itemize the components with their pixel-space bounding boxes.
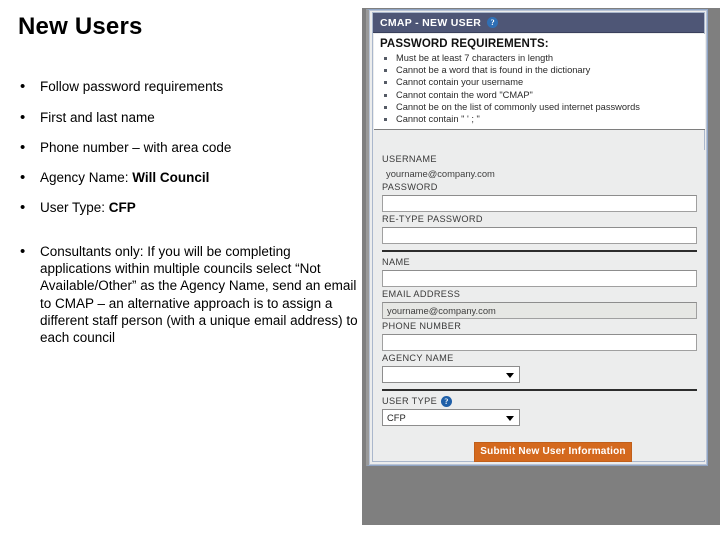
password-requirements-list: Must be at least 7 characters in length … xyxy=(380,52,699,125)
username-field-group: USERNAME yourname@company.com xyxy=(382,153,697,180)
section-divider-2 xyxy=(382,389,697,391)
list-item: Follow password requirements xyxy=(18,77,358,96)
username-value: yourname@company.com xyxy=(386,168,495,179)
chevron-down-icon xyxy=(506,416,514,421)
requirement-item: Cannot contain your username xyxy=(380,76,699,88)
user-type-value: CFP xyxy=(387,412,406,423)
user-type-label: USER TYPE xyxy=(382,396,438,406)
password-field-group: PASSWORD xyxy=(382,181,697,212)
list-item: Agency Name: Will Council xyxy=(18,168,358,187)
window-inner: CMAP - NEW USER ? PASSWORD REQUIREMENTS:… xyxy=(372,12,705,462)
user-type-label-row: USER TYPE ? xyxy=(382,395,697,408)
chevron-down-icon xyxy=(506,373,514,378)
requirement-item: Cannot contain " ' ; " xyxy=(380,113,699,125)
section-divider xyxy=(382,250,697,252)
retype-password-input[interactable] xyxy=(382,227,697,244)
email-input[interactable] xyxy=(382,302,697,319)
name-label: NAME xyxy=(382,257,410,267)
requirement-item: Must be at least 7 characters in length xyxy=(380,52,699,64)
bullet-text-4: User Type: xyxy=(40,200,109,216)
bullet-text-1: First and last name xyxy=(40,109,155,125)
slide-content: New Users Follow password requirements F… xyxy=(18,13,358,514)
list-item-consultants: Consultants only: If you will be complet… xyxy=(18,242,358,347)
window-titlebar: CMAP - NEW USER ? xyxy=(373,13,704,33)
consultants-paragraph: Consultants only: If you will be complet… xyxy=(40,243,358,346)
bullet-text-2: Phone number – with area code xyxy=(40,139,232,155)
submit-new-user-button[interactable]: Submit New User Information xyxy=(474,442,632,462)
name-field-group: NAME xyxy=(382,256,697,287)
agency-name-label: AGENCY NAME xyxy=(382,353,454,363)
help-circle-icon[interactable]: ? xyxy=(487,17,499,28)
agency-name-field-group: AGENCY NAME xyxy=(382,352,697,383)
phone-label: PHONE NUMBER xyxy=(382,321,462,331)
retype-password-label: RE-TYPE PASSWORD xyxy=(382,214,483,224)
email-field-group: EMAIL ADDRESS xyxy=(382,288,697,319)
password-input[interactable] xyxy=(382,195,697,212)
email-label: EMAIL ADDRESS xyxy=(382,289,461,299)
user-type-select[interactable]: CFP xyxy=(382,409,520,426)
window-title: CMAP - NEW USER xyxy=(380,16,482,29)
bullet-emphasis-agency: Will Council xyxy=(132,170,210,186)
bullet-list: Follow password requirements First and l… xyxy=(18,77,358,347)
phone-input[interactable] xyxy=(382,334,697,351)
requirement-item: Cannot be a word that is found in the di… xyxy=(380,64,699,76)
password-requirements-heading: PASSWORD REQUIREMENTS: xyxy=(380,38,549,50)
list-item: First and last name xyxy=(18,108,358,127)
page-title: New Users xyxy=(18,13,143,40)
bullet-text-3: Agency Name: xyxy=(40,170,133,186)
new-user-form: USERNAME yourname@company.com PASSWORD R… xyxy=(374,150,705,462)
list-item: Phone number – with area code xyxy=(18,138,358,157)
bullet-emphasis-usertype: CFP xyxy=(108,200,136,216)
agency-name-select[interactable] xyxy=(382,366,520,383)
phone-field-group: PHONE NUMBER xyxy=(382,320,697,351)
bullet-text-0: Follow password requirements xyxy=(40,79,224,95)
list-item: User Type: CFP xyxy=(18,198,358,217)
password-requirements-panel: PASSWORD REQUIREMENTS: Must be at least … xyxy=(374,34,705,131)
help-circle-icon[interactable]: ? xyxy=(441,396,453,407)
user-type-field-group: USER TYPE ? CFP Submit New User Informat… xyxy=(382,395,697,465)
slide: New Users Follow password requirements F… xyxy=(0,0,720,540)
retype-password-field-group: RE-TYPE PASSWORD xyxy=(382,213,697,244)
cmap-new-user-window: CMAP - NEW USER ? PASSWORD REQUIREMENTS:… xyxy=(366,9,708,466)
requirement-item: Cannot contain the word "CMAP" xyxy=(380,89,699,101)
name-input[interactable] xyxy=(382,270,697,287)
username-label: USERNAME xyxy=(382,154,437,164)
requirement-item: Cannot be on the list of commonly used i… xyxy=(380,101,699,113)
password-label: PASSWORD xyxy=(382,182,438,192)
